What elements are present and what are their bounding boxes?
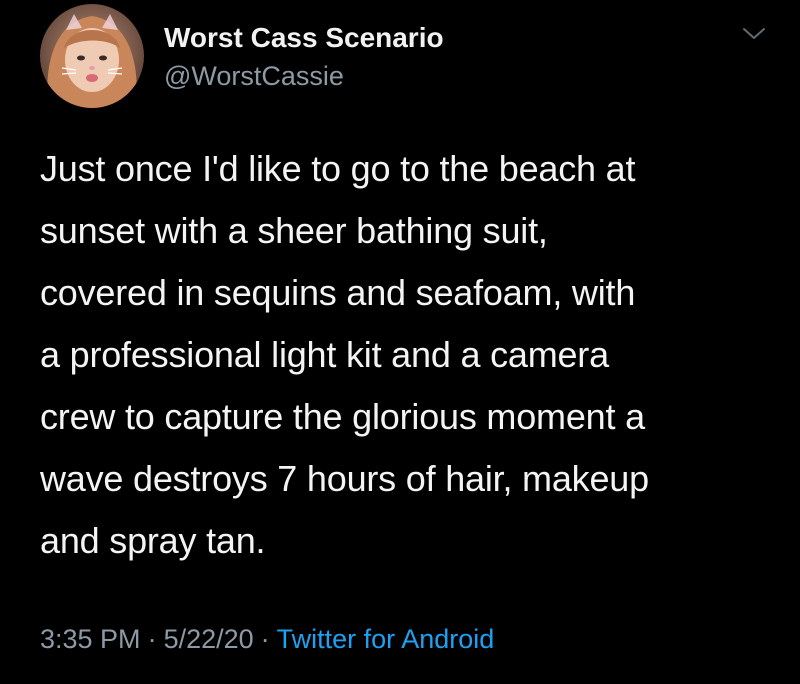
- tweet-text-line: crew to capture the glorious moment a: [40, 396, 645, 437]
- meta-separator: ·: [260, 624, 270, 654]
- tweet-text-line: a professional light kit and a camera: [40, 334, 609, 375]
- tweet-header: Worst Cass Scenario @WorstCassie: [40, 4, 780, 112]
- tweet-text-line: sunset with a sheer bathing suit,: [40, 210, 548, 251]
- tweet-source-link[interactable]: Twitter for Android: [277, 624, 495, 654]
- avatar[interactable]: [40, 4, 144, 108]
- author-display-name[interactable]: Worst Cass Scenario: [164, 21, 444, 55]
- tweet: Worst Cass Scenario @WorstCassie Just on…: [0, 0, 800, 684]
- author-handle[interactable]: @WorstCassie: [164, 59, 444, 93]
- avatar-image: [40, 4, 144, 108]
- author-names: Worst Cass Scenario @WorstCassie: [164, 21, 444, 93]
- chevron-down-icon[interactable]: [740, 24, 768, 44]
- tweet-meta: 3:35 PM · 5/22/20 · Twitter for Android: [40, 619, 494, 659]
- meta-separator: ·: [147, 624, 157, 654]
- tweet-text-line: covered in sequins and seafoam, with: [40, 272, 636, 313]
- tweet-date[interactable]: 5/22/20: [164, 624, 254, 654]
- tweet-text-line: and spray tan.: [40, 520, 266, 561]
- tweet-text-line: wave destroys 7 hours of hair, makeup: [40, 458, 649, 499]
- tweet-time[interactable]: 3:35 PM: [40, 624, 141, 654]
- tweet-text-line: Just once I'd like to go to the beach at: [40, 148, 636, 189]
- tweet-text: Just once I'd like to go to the beach at…: [40, 138, 780, 572]
